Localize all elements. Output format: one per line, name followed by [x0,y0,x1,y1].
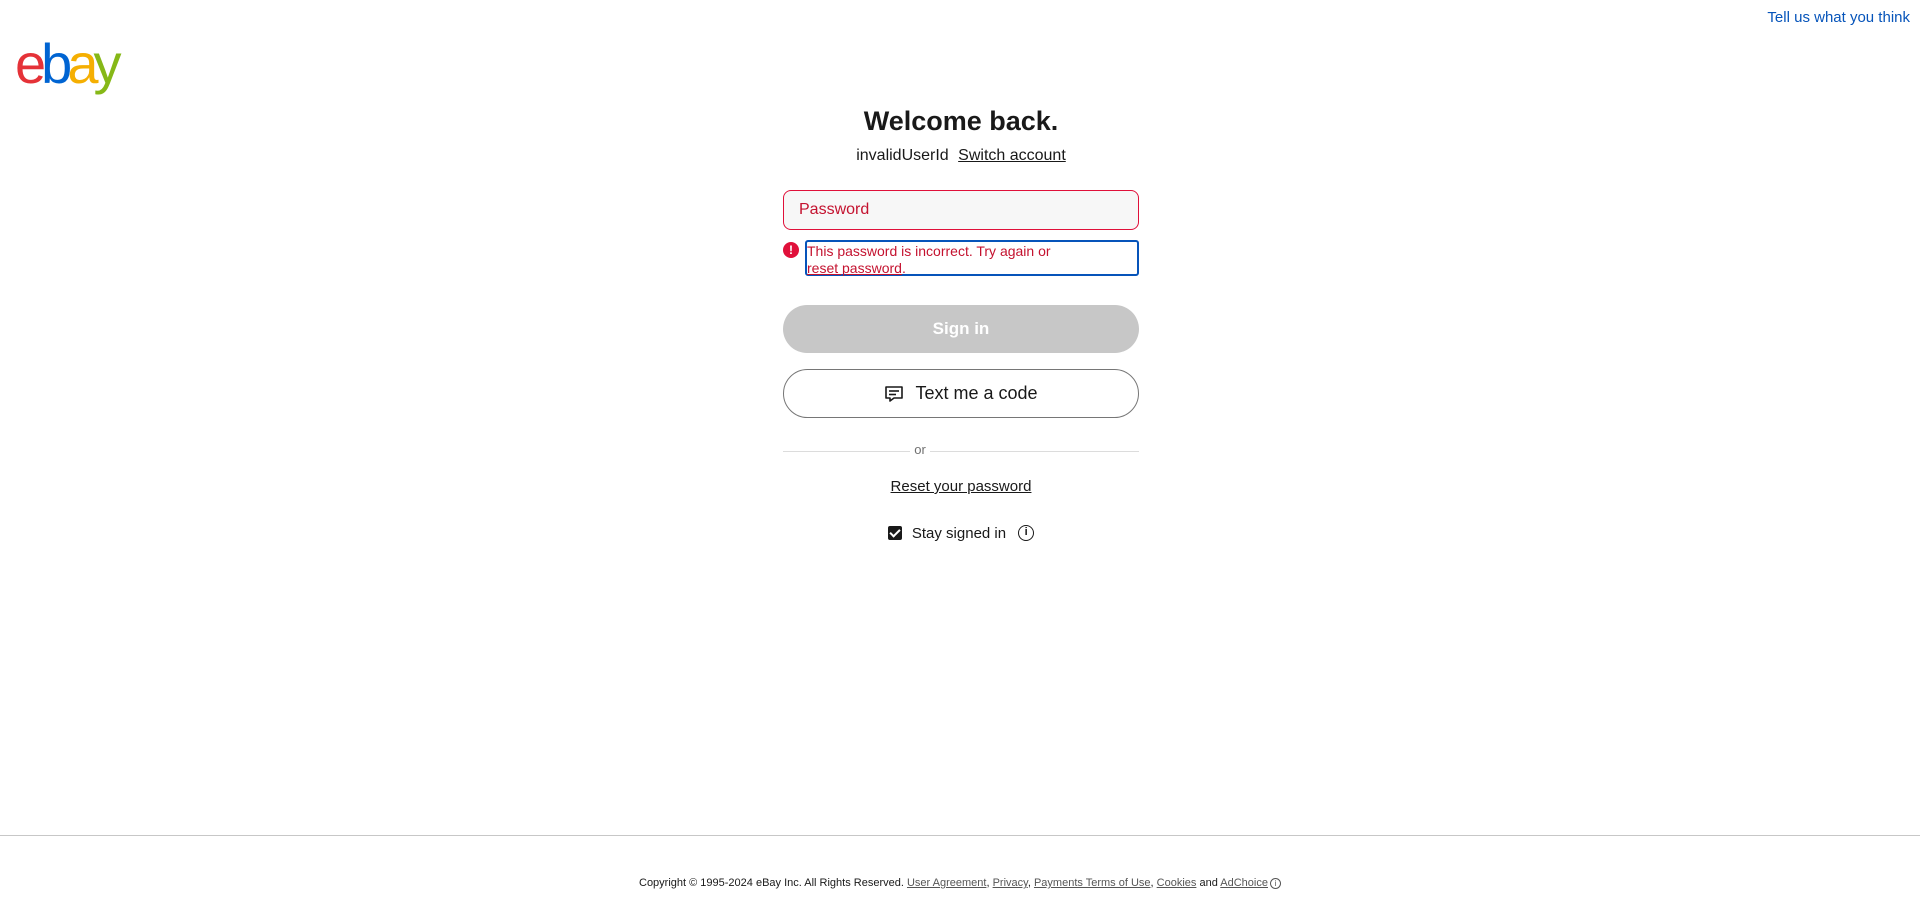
footer-link-user-agreement[interactable]: User Agreement [907,877,986,889]
footer-divider [0,835,1920,836]
error-suffix: . [901,260,906,276]
divider-line-right [930,451,1139,452]
switch-account-link[interactable]: Switch account [958,147,1066,164]
footer-and: and [1199,877,1218,889]
stay-signed-in-label[interactable]: Stay signed in [912,525,1006,542]
footer-link-payments-terms[interactable]: Payments Terms of Use [1034,877,1151,889]
password-input[interactable] [784,191,1138,229]
stay-signed-in-checkbox[interactable] [887,526,902,540]
divider-text: or [914,442,926,457]
reset-password-inline-link[interactable]: reset password [807,260,902,276]
password-field[interactable] [783,190,1139,230]
footer-link-adchoice[interactable]: AdChoice [1220,877,1268,889]
user-line: invalidUserId Switch account [783,147,1139,165]
footer-link-cookies[interactable]: Cookies [1157,877,1197,889]
message-icon [884,384,904,404]
footer: Copyright © 1995-2024 eBay Inc. All Righ… [0,877,1920,889]
reset-password-link[interactable]: Reset your password [891,478,1032,495]
ebay-logo[interactable]: ebay [15,40,135,96]
footer-link-privacy[interactable]: Privacy [993,877,1028,889]
text-me-a-code-button[interactable]: Text me a code [783,369,1139,418]
page-title: Welcome back. [863,106,1059,136]
sign-in-button[interactable]: Sign in [783,305,1139,353]
reset-password: Reset your password [783,478,1139,495]
alert-icon: ! [783,242,799,258]
svg-text:ebay: ebay [15,40,121,95]
feedback-link[interactable]: Tell us what you think [1767,9,1910,26]
stay-signed-in: Stay signed in i [783,522,1139,544]
adchoice-icon: i [1269,877,1281,889]
text-me-a-code-label: Text me a code [915,383,1038,403]
copyright-text: Copyright © 1995-2024 eBay Inc. All Righ… [639,877,904,889]
info-icon[interactable]: i [1018,525,1035,541]
or-divider: or [783,442,1139,460]
error-text: This password is incorrect. Try again or [807,243,1051,259]
password-error: ! This password is incorrect. Try again … [783,240,1139,276]
error-message: This password is incorrect. Try again or… [805,240,1139,276]
divider-line-left [783,451,910,452]
user-id: invalidUserId [856,147,949,164]
